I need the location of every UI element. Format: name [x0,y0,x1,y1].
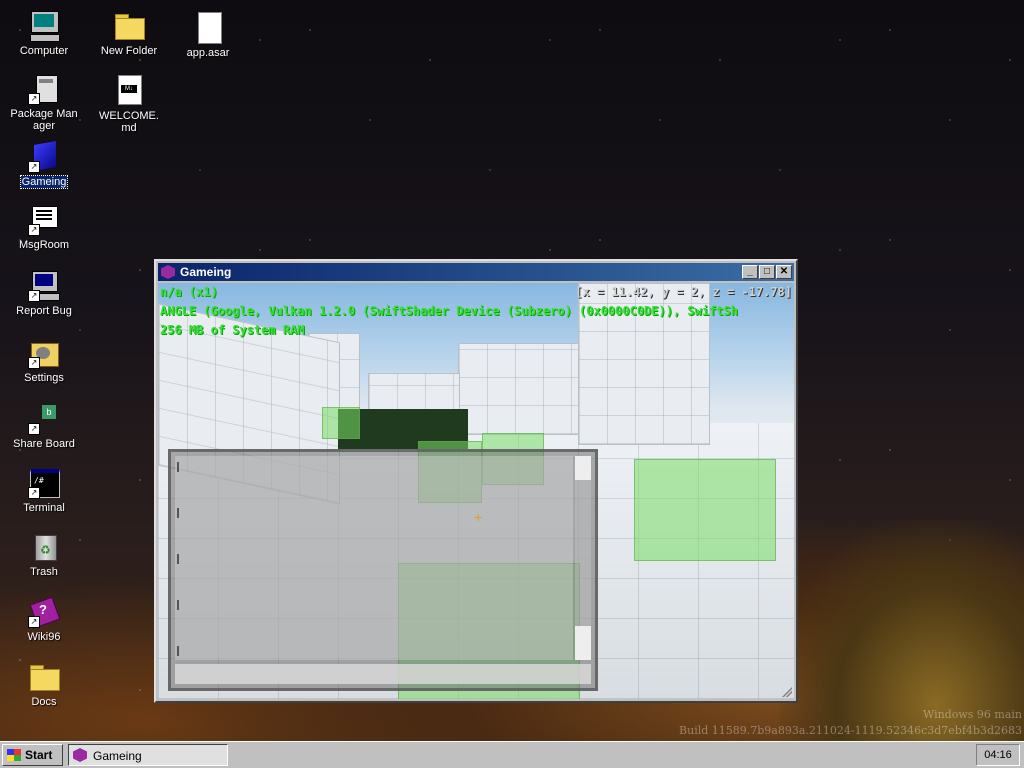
window-titlebar[interactable]: Gameing _ □ ✕ [158,263,794,281]
desktop-icon-docs[interactable]: Docs [8,661,80,708]
window-title: Gameing [180,265,232,279]
shortcut-arrow-icon: ↗ [28,487,40,499]
package-manager-icon: ↗ [28,73,60,105]
msgroom-icon: ↗ [28,204,60,236]
wiki96-icon: ? ↗ [28,596,61,628]
desktop-icon-share-board[interactable]: b ↗ Share Board [8,403,80,450]
gameing-icon [161,265,175,279]
resize-grip[interactable] [782,687,792,697]
report-bug-icon: ↗ [28,270,60,302]
terminal-icon: /# ↗ [28,467,60,499]
desktop-icon-terminal[interactable]: /# ↗ Terminal [8,467,80,514]
taskbar-clock: 04:16 [976,744,1020,766]
share-board-icon: b ↗ [28,403,60,435]
minimize-button[interactable]: _ [742,265,758,279]
markdown-file-icon: M↓ [113,75,145,107]
game-wall [458,343,580,435]
game-green-block [322,407,360,439]
desktop-icon-msgroom[interactable]: ↗ MsgRoom [8,204,80,251]
crosshair-icon: + [474,509,483,525]
desktop-icon-report-bug[interactable]: ↗ Report Bug [8,270,80,317]
file-icon [192,12,224,44]
windows-logo-icon [7,749,21,761]
desktop-icon-new-folder[interactable]: New Folder [93,10,165,57]
scrollbar-thumb[interactable] [575,456,591,480]
desktop-icon-settings[interactable]: ↗ Settings [8,337,80,384]
trash-icon: ♻ [28,531,60,563]
chat-console [168,449,598,691]
shortcut-arrow-icon: ↗ [28,93,40,105]
desktop-icon-app-asar[interactable]: app.asar [172,12,244,59]
build-watermark-line1: Windows 96 main [922,708,1022,721]
game-green-block [634,459,776,561]
scrollbar-thumb[interactable] [575,626,591,660]
gameing-icon: ↗ [28,141,60,173]
desktop-icon-computer[interactable]: Computer [8,10,80,57]
hud-renderer: ANGLE (Google, Vulkan 1.2.0 (SwiftShader… [160,304,738,318]
shortcut-arrow-icon: ↗ [28,161,40,173]
start-button[interactable]: Start [2,744,63,766]
shortcut-arrow-icon: ↗ [28,423,40,435]
chat-log [175,456,573,660]
desktop-icon-package-manager[interactable]: ↗ Package Manager [8,73,80,132]
folder-icon [28,661,60,693]
desktop-icon-trash[interactable]: ♻ Trash [8,531,80,578]
gameing-icon [73,748,87,762]
desktop-icon-wiki96[interactable]: ? ↗ Wiki96 [8,596,80,643]
desktop-icon-gameing[interactable]: ↗ Gameing [8,141,80,189]
build-watermark-line2: Build 11589.7b9a893a.211024-1119.52346c3… [679,724,1022,737]
taskbar: Start Gameing 04:16 [0,741,1024,768]
shortcut-arrow-icon: ↗ [28,357,40,369]
game-viewport[interactable]: n/a (x1) [x = 11.42, y = 2, z = -17.78] … [158,283,794,699]
shortcut-arrow-icon: ↗ [28,224,40,236]
computer-icon [28,10,60,42]
shortcut-arrow-icon: ↗ [28,290,40,302]
settings-icon: ↗ [28,337,60,369]
gameing-window[interactable]: Gameing _ □ ✕ n/a (x1) [x = 11.42, y = 2… [154,259,798,703]
shortcut-arrow-icon: ↗ [28,616,40,628]
chat-input[interactable] [175,664,591,684]
maximize-button[interactable]: □ [759,265,775,279]
chat-scrollbar[interactable] [575,456,591,660]
hud-memory: 256 MB of System RAM [160,323,305,337]
folder-icon [113,10,145,42]
desktop-icon-welcome-md[interactable]: M↓ WELCOME.md [93,75,165,134]
hud-coordinates: [x = 11.42, y = 2, z = -17.78] [575,285,792,299]
close-button[interactable]: ✕ [776,265,792,279]
hud-mode: n/a (x1) [160,285,218,299]
taskbar-item-gameing[interactable]: Gameing [68,744,228,766]
